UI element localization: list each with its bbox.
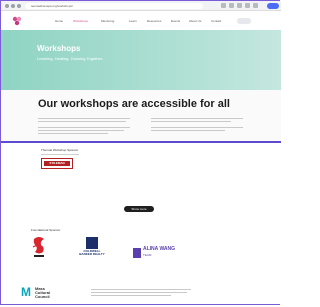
section-heading: Our workshops are accessible for all	[38, 98, 230, 110]
featured-sponsor-heading: Thermal Workshop Sponsor	[41, 148, 79, 152]
paragraph-line	[151, 121, 231, 122]
page-title: Workshops	[37, 44, 81, 53]
nav-item-learn[interactable]: Learn	[129, 19, 137, 23]
coldwell-banker-mark-icon	[86, 237, 98, 249]
nav-item-events[interactable]: Events	[171, 19, 180, 23]
coldwell-banker-logo[interactable]: COLDWELL BANKER REALTY	[79, 237, 105, 265]
browser-action-button[interactable]	[267, 3, 279, 9]
sponsor-caption-line	[41, 154, 79, 155]
hero-banner: Workshops Learning. Healing. Growing Tog…	[1, 30, 281, 90]
address-bar-url: teenwellnesspa.org/workshops/	[31, 4, 73, 8]
paragraph-line	[91, 295, 171, 296]
mass-cultural-council-text: Mass Cultural Council	[35, 286, 51, 299]
foundational-sponsor-heading: Foundational Sponsor	[31, 228, 61, 232]
nav-item-about[interactable]: About Us	[189, 19, 201, 23]
mass-cultural-council-logo[interactable]: M Mass Cultural Council	[21, 285, 51, 300]
paragraph-line	[151, 127, 243, 128]
nav-item-mentoring[interactable]: Mentoring	[101, 19, 114, 23]
paragraph-line	[91, 289, 191, 290]
paragraph-line	[38, 118, 130, 119]
paragraph-line	[151, 118, 243, 119]
paragraph-line	[91, 292, 187, 293]
extension-icon[interactable]	[221, 3, 226, 8]
site-logo-icon[interactable]	[12, 16, 22, 26]
extension-icon[interactable]	[229, 3, 234, 8]
alina-wang-name: ALINA WANG	[143, 246, 176, 252]
donate-button[interactable]	[237, 18, 251, 24]
address-bar[interactable]: teenwellnesspa.org/workshops/	[25, 3, 203, 9]
extension-icon[interactable]	[245, 3, 250, 8]
nav-item-workshops[interactable]: Workshops	[73, 19, 88, 23]
profile-icon[interactable]	[253, 3, 258, 8]
back-icon[interactable]	[5, 4, 9, 8]
forward-icon[interactable]	[11, 4, 15, 8]
alina-wang-team-label: TEAM	[143, 253, 152, 257]
site-nav: Home Workshops Mentoring Learn Resources…	[1, 11, 281, 30]
paragraph-line	[151, 130, 225, 131]
alina-wang-team-logo[interactable]: ALINA WANG TEAM	[133, 246, 175, 260]
mass-cultural-council-mark-icon: M	[21, 285, 31, 299]
sponsors-section: Thermal Workshop Sponsor STILEMAN Show m…	[1, 143, 281, 304]
nav-item-contact[interactable]: Contact	[211, 19, 221, 23]
reload-icon[interactable]	[17, 4, 21, 8]
alina-wang-mark-icon	[133, 248, 141, 258]
accessible-section: Our workshops are accessible for all	[1, 90, 281, 142]
stileman-logo-text: STILEMAN	[49, 161, 65, 165]
paragraph-line	[38, 127, 130, 128]
paragraph-line	[38, 121, 126, 122]
lady-logo-icon[interactable]	[31, 235, 47, 259]
show-more-button[interactable]: Show more	[124, 206, 154, 212]
browser-toolbar: teenwellnesspa.org/workshops/	[1, 1, 281, 11]
nav-item-resources[interactable]: Resources	[147, 19, 161, 23]
hero-subtitle: Learning. Healing. Growing Together.	[37, 56, 103, 61]
stileman-logo[interactable]: STILEMAN	[41, 158, 73, 169]
extension-icon[interactable]	[237, 3, 242, 8]
coldwell-banker-text: COLDWELL BANKER REALTY	[79, 249, 105, 256]
nav-item-home[interactable]: Home	[55, 19, 63, 23]
paragraph-line	[38, 133, 108, 134]
paragraph-line	[38, 130, 124, 131]
